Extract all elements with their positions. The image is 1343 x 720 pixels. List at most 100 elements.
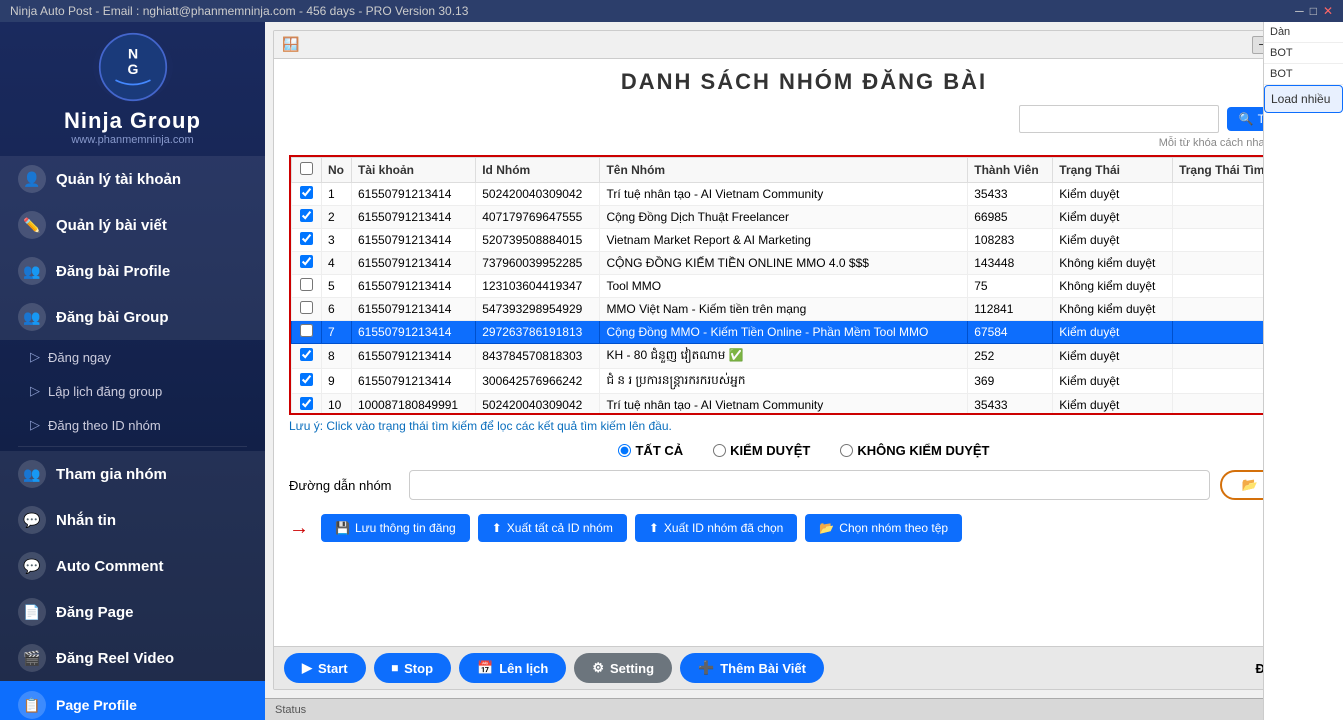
maximize-btn[interactable]: □ [1310, 4, 1317, 18]
sidebar-item-dang-reel[interactable]: 🎬 Đăng Reel Video [0, 635, 265, 681]
start-button[interactable]: ▶ Start [284, 653, 366, 683]
row-checkbox[interactable] [300, 348, 313, 361]
sidebar-item-dang-ngay[interactable]: ▷ Đăng ngay [0, 340, 265, 374]
sidebar-item-lap-lich[interactable]: ▷ Lập lịch đăng group [0, 374, 265, 408]
row-checkbox-cell[interactable] [292, 394, 322, 416]
sidebar-item-dang-bai-group[interactable]: 👥 Đăng bài Group [0, 294, 265, 340]
sidebar-item-quan-ly-bai-viet[interactable]: ✏️ Quản lý bài viết [0, 202, 265, 248]
sidebar-item-dang-bai-profile[interactable]: 👥 Đăng bài Profile [0, 248, 265, 294]
search-bar-row: 🔍 Tìm kiếm [289, 105, 1319, 133]
table-row[interactable]: 6 61550791213414 547393298954929 MMO Việ… [292, 298, 1317, 321]
schedule-button[interactable]: 📅 Lên lịch [459, 653, 566, 683]
radio-khong-kiem-duyet[interactable]: KHÔNG KIỂM DUYỆT [840, 443, 989, 458]
sidebar-item-dang-theo-id[interactable]: ▷ Đăng theo ID nhóm [0, 408, 265, 442]
row-checkbox[interactable] [300, 373, 313, 386]
row-thanh-vien: 66985 [968, 206, 1053, 229]
luu-thong-tin-button[interactable]: 💾 Lưu thông tin đăng [321, 514, 470, 542]
row-checkbox-cell[interactable] [292, 321, 322, 344]
row-checkbox-cell[interactable] [292, 344, 322, 369]
row-account: 100087180849991 [352, 394, 476, 416]
sidebar: N G Ninja Group www.phanmemninja.com 👤 Q… [0, 22, 265, 720]
sidebar-menu: 👤 Quản lý tài khoản ✏️ Quản lý bài viết … [0, 156, 265, 720]
sidebar-item-tham-gia-nhom[interactable]: 👥 Tham gia nhóm [0, 451, 265, 497]
row-checkbox[interactable] [300, 397, 313, 410]
row-account: 61550791213414 [352, 344, 476, 369]
row-checkbox[interactable] [300, 232, 313, 245]
row-ten-nhom: Tool MMO [600, 275, 968, 298]
row-no: 9 [322, 369, 352, 394]
arrow-icon-3: ▷ [30, 417, 40, 433]
radio-kiem-duyet-input[interactable] [713, 444, 726, 457]
table-row[interactable]: 3 61550791213414 520739508884015 Vietnam… [292, 229, 1317, 252]
folder-icon: 📂 [1242, 477, 1258, 493]
header-checkbox[interactable] [292, 158, 322, 183]
row-checkbox[interactable] [300, 324, 313, 337]
row-checkbox-cell[interactable] [292, 298, 322, 321]
stop-button[interactable]: ⏹ Stop [374, 653, 451, 683]
header-thanh-vien: Thành Viên [968, 158, 1053, 183]
setting-button[interactable]: ⚙ Setting [574, 653, 672, 683]
row-checkbox[interactable] [300, 186, 313, 199]
row-id-nhom: 843784570818303 [476, 344, 600, 369]
minimize-btn[interactable]: ─ [1295, 4, 1304, 18]
profile-icon: 👥 [18, 257, 46, 285]
row-checkbox-cell[interactable] [292, 206, 322, 229]
chon-theo-tep-button[interactable]: 📂 Chọn nhóm theo tệp [805, 514, 962, 542]
xuat-tat-ca-button[interactable]: ⬆ Xuất tất cả ID nhóm [478, 514, 627, 542]
row-checkbox-cell[interactable] [292, 183, 322, 206]
row-trang-thai: Kiểm duyệt [1053, 183, 1173, 206]
row-checkbox-cell[interactable] [292, 229, 322, 252]
sidebar-item-dang-page[interactable]: 📄 Đăng Page [0, 589, 265, 635]
row-thanh-vien: 369 [968, 369, 1053, 394]
row-trang-thai: Không kiểm duyệt [1053, 275, 1173, 298]
row-no: 5 [322, 275, 352, 298]
close-btn[interactable]: ✕ [1323, 4, 1333, 18]
row-checkbox[interactable] [300, 278, 313, 291]
table-row[interactable]: 7 61550791213414 297263786191813 Cộng Đồ… [292, 321, 1317, 344]
table-row[interactable]: 2 61550791213414 407179769647555 Cộng Đồ… [292, 206, 1317, 229]
search-input[interactable] [1019, 105, 1219, 133]
row-thanh-vien: 35433 [968, 394, 1053, 416]
table-row[interactable]: 9 61550791213414 300642576966242 ជំ ន រ … [292, 369, 1317, 394]
logo: N G [93, 32, 173, 102]
table-row[interactable]: 4 61550791213414 737960039952285 CỘNG ĐỒ… [292, 252, 1317, 275]
sidebar-item-nhan-tin[interactable]: 💬 Nhắn tin [0, 497, 265, 543]
sidebar-item-page-profile[interactable]: 📋 Page Profile [0, 681, 265, 720]
group-url-input[interactable] [409, 470, 1210, 500]
group-icon: 👥 [18, 303, 46, 331]
row-checkbox[interactable] [300, 209, 313, 222]
table-row[interactable]: 10 100087180849991 502420040309042 Trí t… [292, 394, 1317, 416]
add-post-button[interactable]: ➕ Thêm Bài Viết [680, 653, 824, 683]
radio-all[interactable]: TẤT CẢ [618, 443, 683, 458]
row-ten-nhom: CỘNG ĐỒNG KIẾM TIỀN ONLINE MMO 4.0 $$$ [600, 252, 968, 275]
row-no: 2 [322, 206, 352, 229]
select-all-checkbox[interactable] [300, 162, 313, 175]
group-table-container[interactable]: No Tài khoản Id Nhóm Tên Nhóm Thành Viên… [289, 155, 1319, 415]
row-ten-nhom: Cộng Đồng MMO - Kiếm Tiền Online - Phần … [600, 321, 968, 344]
sidebar-item-quan-ly-tai-khoan[interactable]: 👤 Quản lý tài khoản [0, 156, 265, 202]
table-row[interactable]: 1 61550791213414 502420040309042 Trí tuệ… [292, 183, 1317, 206]
export-selected-icon: ⬆ [649, 521, 659, 535]
row-ten-nhom: MMO Việt Nam - Kiếm tiền trên mạng [600, 298, 968, 321]
table-row[interactable]: 8 61550791213414 843784570818303 KH - 80… [292, 344, 1317, 369]
table-header-row: No Tài khoản Id Nhóm Tên Nhóm Thành Viên… [292, 158, 1317, 183]
load-nhieu-btn[interactable]: Load nhiều [1264, 85, 1343, 113]
xuat-da-chon-button[interactable]: ⬆ Xuất ID nhóm đã chọn [635, 514, 797, 542]
radio-kiem-duyet[interactable]: KIỂM DUYỆT [713, 443, 810, 458]
sidebar-item-auto-comment[interactable]: 💬 Auto Comment [0, 543, 265, 589]
row-account: 61550791213414 [352, 229, 476, 252]
row-checkbox[interactable] [300, 301, 313, 314]
row-checkbox-cell[interactable] [292, 275, 322, 298]
row-thanh-vien: 112841 [968, 298, 1053, 321]
radio-khong-kiem-duyet-input[interactable] [840, 444, 853, 457]
right-panel-item-3: BOT [1264, 64, 1343, 85]
row-checkbox[interactable] [300, 255, 313, 268]
table-row[interactable]: 5 61550791213414 123103604419347 Tool MM… [292, 275, 1317, 298]
row-checkbox-cell[interactable] [292, 369, 322, 394]
page-title: DANH SÁCH NHÓM ĐĂNG BÀI [289, 69, 1319, 95]
export-icon: ⬆ [492, 521, 502, 535]
row-checkbox-cell[interactable] [292, 252, 322, 275]
user-icon: 👤 [18, 165, 46, 193]
page-icon: 📄 [18, 598, 46, 626]
radio-all-input[interactable] [618, 444, 631, 457]
